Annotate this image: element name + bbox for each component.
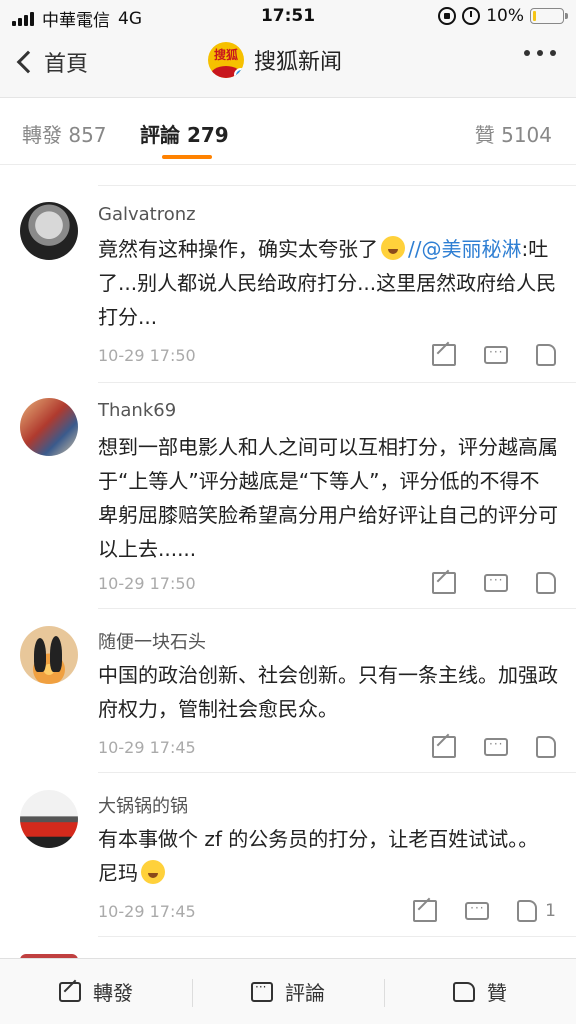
tab-comment-count: 279 [186,123,229,147]
chevron-left-icon [16,50,40,74]
comment-text: 竟然有这种操作，确实太夸张了//@美丽秘淋:吐了...别人都说人民给政府打分..… [98,232,558,334]
avatar[interactable] [20,626,78,684]
comment-label: 評論 [285,981,325,1005]
tab-repost[interactable]: 轉發 857 [22,119,107,148]
comment-author[interactable]: Galvatronz [98,204,196,225]
comment-date: 10-29 17:50 [98,346,196,365]
comment-text-part: 竟然有这种操作，确实太夸张了 [98,237,378,261]
divider [98,608,576,609]
tab-active-indicator [162,155,212,159]
repost-button[interactable]: 轉發 [0,959,192,1024]
more-dots-icon[interactable] [524,50,556,56]
nav-bar: 首頁 搜狐 搜狐新闻 [0,32,576,98]
reply-icon[interactable] [465,901,490,920]
like-count: 1 [545,901,556,921]
status-right: 10% [438,6,568,26]
comment-actions [432,736,556,758]
like-icon[interactable] [536,344,556,366]
divider [98,185,576,186]
verified-badge-icon [234,68,244,78]
page-title: 搜狐新闻 [254,50,343,75]
nav-title-group[interactable]: 搜狐 搜狐新闻 [208,42,342,78]
comment-actions [432,344,556,366]
bottom-action-bar: 轉發 評論 贊 [0,958,576,1024]
mention-link[interactable]: //@美丽秘淋 [408,237,521,261]
share-icon[interactable] [432,572,456,594]
share-icon [59,981,81,1002]
comment-button[interactable]: 評論 [192,959,384,1024]
comment-text: 中国的政治创新、社会创新。只有一条主线。加强政府权力，管制社会愈民众。 [98,663,558,721]
avatar[interactable] [20,790,78,848]
tab-repost-label: 轉發 [22,123,62,147]
share-icon[interactable] [432,736,456,758]
alarm-icon [462,7,481,25]
avatar[interactable] [20,398,78,456]
like-icon[interactable] [536,736,556,758]
comment-date: 10-29 17:50 [98,574,196,593]
share-icon[interactable] [413,900,438,922]
thumbs-up-icon [453,981,475,1002]
reply-icon[interactable] [484,573,508,592]
comment-author[interactable]: 大锅锅的锅 [98,792,188,818]
sohu-logo: 搜狐 [208,42,244,78]
comment-author[interactable]: 随便一块石头 [98,628,206,654]
share-icon[interactable] [432,344,456,366]
tab-repost-count: 857 [68,123,107,147]
repost-label: 轉發 [93,981,133,1005]
tab-bar: 轉發 857 評論 279 贊 5104 [0,99,576,165]
comment-actions [432,572,556,594]
battery-icon [530,8,568,24]
battery-percent: 10% [486,6,524,26]
tab-like-label: 贊 [474,123,495,147]
comment-actions: 1 [413,900,556,922]
divider [98,382,576,383]
divider [98,936,576,937]
comment-date: 10-29 17:45 [98,902,196,921]
comment-icon [251,980,273,1002]
avatar[interactable] [20,202,78,260]
comment-text: 有本事做个 zf 的公务员的打分，让老百姓试试。。尼玛 [98,822,558,890]
laugh-cry-emoji-icon [381,236,405,260]
battery-fill [533,11,536,21]
reply-icon[interactable] [484,737,508,756]
logo-text: 搜狐 [213,47,238,62]
comment-text: 想到一部电影人和人之间可以互相打分，评分越高属于“上等人”评分越底是“下等人”，… [98,435,558,561]
reply-icon[interactable] [484,345,508,364]
divider [98,772,576,773]
like-button[interactable]: 贊 [384,959,576,1024]
status-bar: 中華電信 4G 17:51 10% [0,0,576,32]
back-label: 首頁 [44,52,89,77]
shrug-emoji-icon [141,860,165,884]
like-icon[interactable] [536,572,556,594]
partial-previous-comment [0,166,576,186]
tab-like-count: 5104 [501,123,552,147]
back-button[interactable]: 首頁 [14,46,88,78]
like-label: 贊 [487,981,507,1005]
comment-author[interactable]: Thank69 [98,400,176,421]
like-icon[interactable] [517,900,538,922]
comment-date: 10-29 17:45 [98,738,196,757]
rotation-lock-icon [438,7,457,25]
tab-like[interactable]: 贊 5104 [475,119,552,148]
tab-comment-label: 評論 [140,123,180,147]
